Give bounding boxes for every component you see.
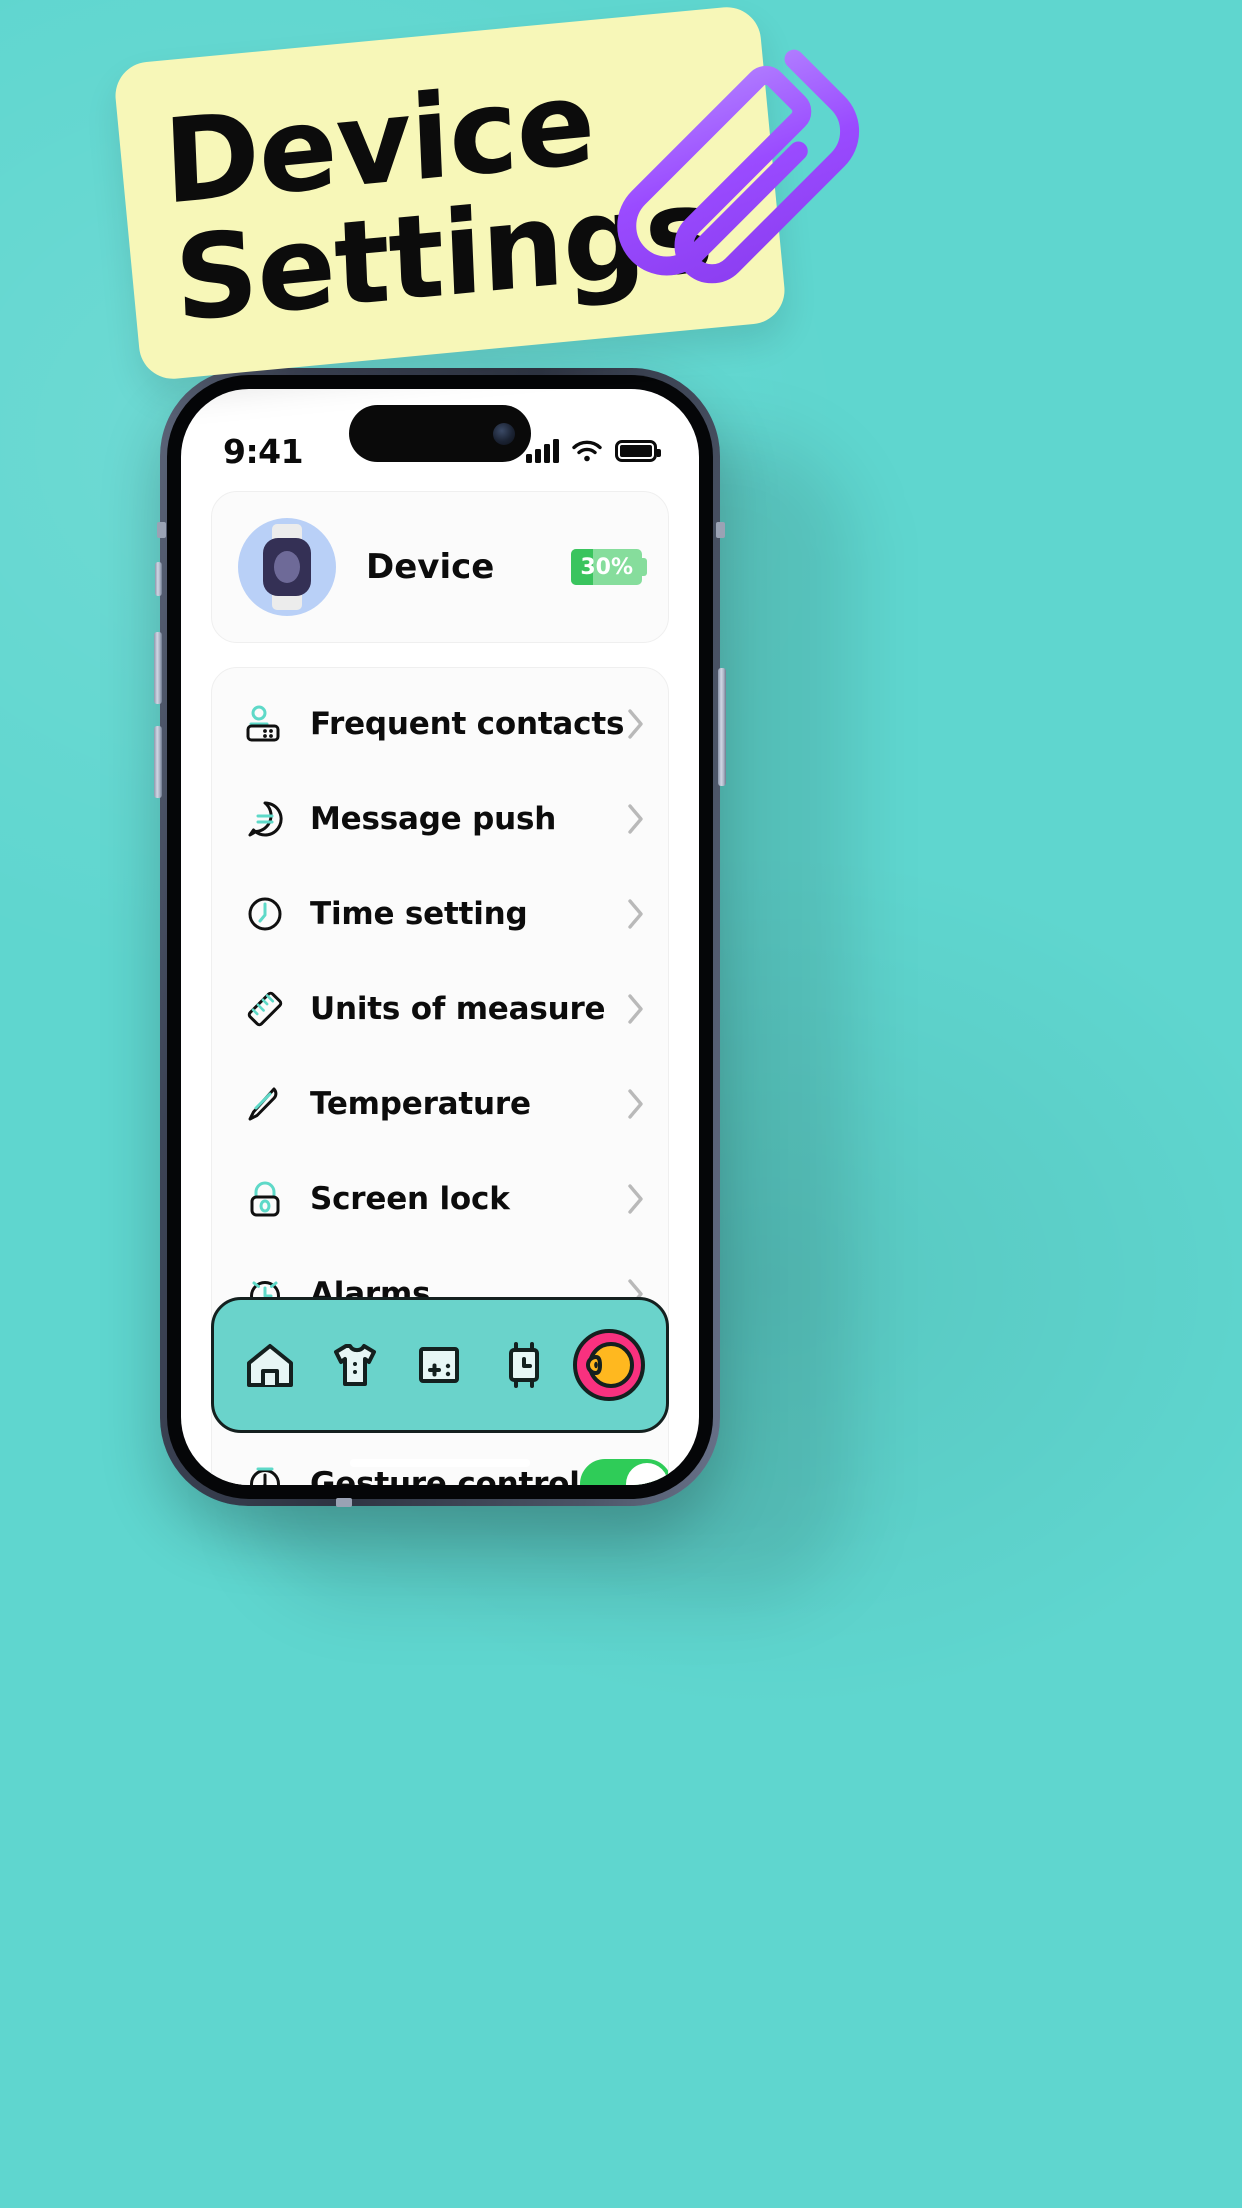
chevron-right-icon[interactable]: [626, 802, 646, 836]
front-camera-icon: [493, 422, 515, 445]
watch-icon: [508, 1342, 539, 1388]
list-item-label: Message push: [310, 800, 557, 837]
device-card[interactable]: Device 30%: [211, 491, 669, 643]
title-banner: Device Settings: [112, 4, 788, 382]
nav-home[interactable]: [228, 1322, 313, 1408]
home-icon: [247, 1344, 294, 1387]
nav-profile[interactable]: [566, 1322, 652, 1408]
list-item-time-setting[interactable]: Time setting: [212, 866, 668, 961]
device-name: Device: [366, 547, 495, 587]
antenna-band-bottom: [336, 1498, 352, 1507]
list-item-frequent-contacts[interactable]: Frequent contacts: [212, 676, 668, 771]
watch-clock-icon: [238, 1462, 292, 1485]
lock-icon: [238, 1177, 292, 1221]
list-item-label: Frequent contacts: [310, 705, 625, 742]
chevron-right-icon[interactable]: [626, 992, 646, 1026]
phone-screen: 9:41 Device 30% Frequent contacts Messag…: [181, 389, 699, 1485]
silent-switch[interactable]: [155, 562, 162, 596]
message-icon: [238, 797, 292, 841]
antenna-band-right: [716, 522, 725, 538]
list-item-temperature[interactable]: Temperature: [212, 1056, 668, 1151]
list-item-label: Gesture control: [310, 1465, 580, 1486]
list-item-units-of-measure[interactable]: Units of measure: [212, 961, 668, 1056]
list-item-message-push[interactable]: Message push: [212, 771, 668, 866]
clock-icon: [238, 892, 292, 936]
dynamic-island: [349, 405, 531, 462]
battery-percent-label: 30%: [580, 554, 633, 580]
ruler-icon: [238, 987, 292, 1031]
smartwatch-icon: [238, 518, 336, 616]
status-bar: 9:41: [181, 389, 699, 487]
status-badge: 30%: [571, 549, 647, 585]
antenna-band-left: [157, 522, 166, 538]
list-item-label: Units of measure: [310, 990, 606, 1027]
volume-up-button[interactable]: [154, 632, 162, 704]
battery-full-icon: [615, 440, 661, 462]
nav-games[interactable]: [397, 1322, 482, 1408]
gesture-control-toggle[interactable]: [579, 1458, 668, 1485]
nav-style[interactable]: [313, 1322, 398, 1408]
bottom-navigation: [211, 1297, 669, 1433]
chevron-right-icon[interactable]: [626, 707, 646, 741]
volume-down-button[interactable]: [154, 726, 162, 798]
phone-frame: 9:41 Device 30% Frequent contacts Messag…: [160, 368, 720, 1506]
nav-device[interactable]: [482, 1322, 567, 1408]
avatar-icon: [573, 1329, 645, 1401]
chevron-right-icon[interactable]: [626, 897, 646, 931]
cellular-signal-icon: [526, 439, 559, 463]
contacts-icon: [238, 702, 292, 746]
gamepad-icon: [419, 1347, 460, 1383]
home-indicator: [350, 1459, 530, 1467]
tshirt-icon: [333, 1344, 376, 1386]
wifi-icon: [572, 440, 602, 462]
thermometer-icon: [238, 1082, 292, 1126]
chevron-right-icon[interactable]: [626, 1182, 646, 1216]
list-item-screen-lock[interactable]: Screen lock: [212, 1151, 668, 1246]
power-button[interactable]: [718, 668, 726, 786]
phone-bezel: 9:41 Device 30% Frequent contacts Messag…: [167, 375, 713, 1499]
chevron-right-icon[interactable]: [626, 1087, 646, 1121]
status-bar-time: 9:41: [223, 431, 304, 471]
list-item-label: Temperature: [310, 1085, 531, 1122]
list-item-label: Screen lock: [310, 1180, 510, 1217]
list-item-label: Time setting: [310, 895, 528, 932]
